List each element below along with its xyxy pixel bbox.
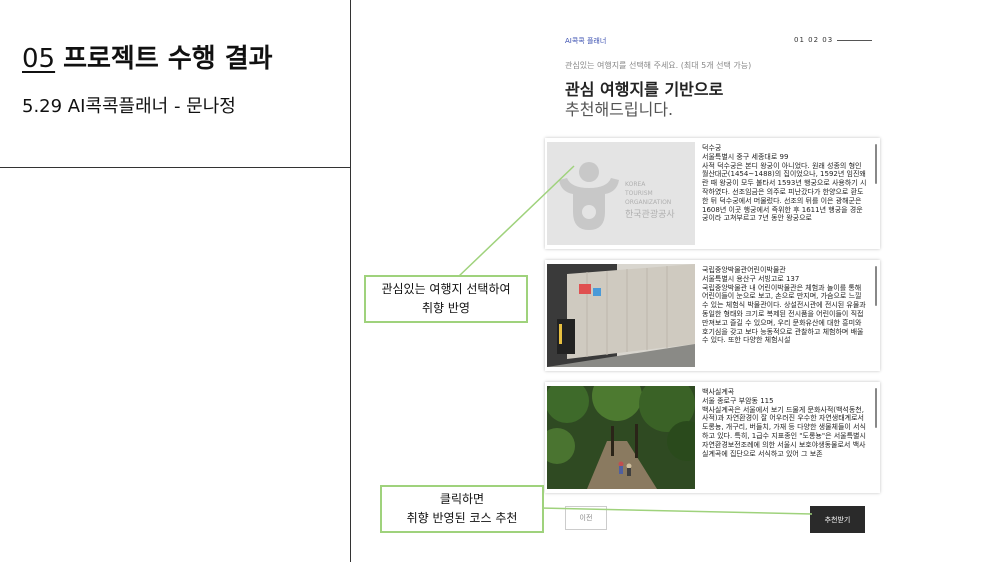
- callout-connector-recommend: [539, 507, 813, 515]
- callout-select-preference: 관심있는 여행지 선택하여 취향 반영: [364, 275, 528, 323]
- callout-recommend-line2: 취향 반영된 코스 추천: [406, 511, 518, 525]
- callout-recommend-line1: 클릭하면: [439, 492, 485, 506]
- callout-connector-select: [457, 165, 575, 278]
- callout-select-line2: 취향 반영: [422, 301, 470, 315]
- callout-recommend-course: 클릭하면 취향 반영된 코스 추천: [380, 485, 544, 533]
- callout-select-line1: 관심있는 여행지 선택하여: [381, 282, 511, 296]
